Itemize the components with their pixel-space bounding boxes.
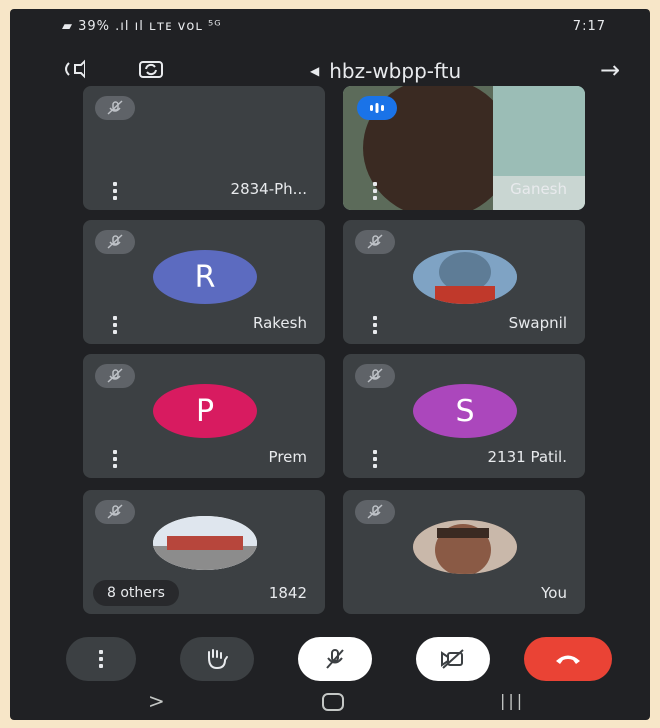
status-bar: ▰ 39% .ıl ıl ʟᴛᴇ ᴠᴏʟ ⁵ᴳ 7:17 — [10, 9, 650, 45]
mic-off-icon — [355, 230, 395, 254]
home-nav-icon[interactable] — [322, 693, 344, 711]
more-options-icon[interactable] — [373, 316, 377, 334]
participant-tile[interactable]: P Prem — [83, 354, 325, 478]
participant-tile[interactable]: R Rakesh — [83, 220, 325, 344]
participant-tile[interactable]: S 2131 Patil. — [343, 354, 585, 478]
raise-hand-button[interactable] — [180, 637, 254, 681]
mic-off-icon — [355, 364, 395, 388]
switch-camera-icon[interactable] — [136, 56, 166, 82]
participant-name: Prem — [268, 448, 307, 466]
recents-nav-icon[interactable]: ||| — [500, 691, 525, 710]
participant-avatar: R — [153, 250, 257, 304]
participant-tile[interactable]: 8 others 1842 — [83, 490, 325, 614]
participant-tile-self[interactable]: You — [343, 490, 585, 614]
meet-call-screen: ▰ 39% .ıl ıl ʟᴛᴇ ᴠᴏʟ ⁵ᴳ 7:17 ◀ hbz-wbpp-… — [10, 9, 650, 720]
participant-avatar-photo — [413, 250, 517, 304]
more-options-button[interactable] — [66, 637, 136, 681]
participant-tile[interactable]: Swapnil — [343, 220, 585, 344]
mic-off-icon — [95, 364, 135, 388]
android-nav-bar: > ||| — [10, 689, 650, 720]
participant-tile-video[interactable]: Ganesh — [343, 86, 585, 210]
more-options-icon[interactable] — [113, 182, 117, 200]
participant-avatar: P — [153, 384, 257, 438]
participant-avatar-photo — [153, 516, 257, 570]
more-options-icon[interactable] — [373, 182, 377, 200]
participant-name: Swapnil — [508, 314, 567, 332]
mic-off-icon — [95, 500, 135, 524]
participant-name: Rakesh — [253, 314, 307, 332]
back-arrow-icon[interactable]: → — [596, 56, 624, 84]
participant-name: 1842 — [268, 584, 307, 602]
more-options-icon[interactable] — [373, 450, 377, 468]
participant-avatar-photo — [413, 520, 517, 574]
more-options-icon[interactable] — [113, 316, 117, 334]
mic-toggle-button[interactable] — [298, 637, 372, 681]
mic-off-icon — [95, 230, 135, 254]
more-vert-icon — [99, 650, 103, 668]
status-time: 7:17 — [572, 19, 606, 34]
hang-up-icon — [556, 655, 580, 664]
mic-off-icon — [355, 500, 395, 524]
call-controls — [10, 629, 650, 681]
mic-off-icon — [95, 96, 135, 120]
participant-avatar: S — [413, 384, 517, 438]
camera-off-icon — [441, 649, 464, 669]
speaker-icon[interactable] — [60, 57, 86, 81]
status-left-icons: ▰ 39% .ıl ıl ʟᴛᴇ ᴠᴏʟ ⁵ᴳ — [62, 19, 222, 34]
participant-name: 2834-Ph... — [230, 180, 307, 198]
participant-avatar — [151, 122, 255, 172]
dropdown-arrow-icon: ◀ — [310, 64, 320, 78]
more-options-icon[interactable] — [113, 450, 117, 468]
participant-name: 2131 Patil. — [487, 448, 568, 466]
end-call-button[interactable] — [524, 637, 612, 681]
camera-toggle-button[interactable] — [416, 637, 490, 681]
participant-name: You — [541, 584, 567, 602]
meeting-title[interactable]: ◀ hbz-wbpp-ftu — [310, 59, 461, 83]
meeting-code: hbz-wbpp-ftu — [329, 59, 462, 83]
back-nav-icon[interactable]: > — [148, 689, 165, 713]
others-chip[interactable]: 8 others — [93, 580, 179, 606]
hand-icon — [208, 649, 228, 670]
participant-tile[interactable]: 2834-Ph... — [83, 86, 325, 210]
mic-off-icon — [326, 649, 344, 669]
participant-name: Ganesh — [510, 180, 567, 198]
speaking-indicator-icon — [357, 96, 397, 120]
